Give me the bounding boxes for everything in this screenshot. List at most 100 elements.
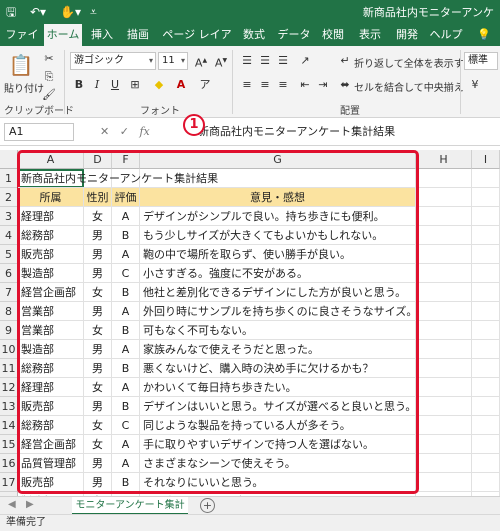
- cell-g-row-7[interactable]: 他社と差別化できるデザインにした方が良いと思う。: [140, 283, 416, 302]
- font-size-select[interactable]: 11 ▾: [158, 52, 188, 70]
- save-icon[interactable]: 🖫: [6, 4, 16, 20]
- cell-a-row-2[interactable]: 所属: [18, 188, 84, 207]
- wrap-text-button[interactable]: 折り返して全体を表示する: [354, 55, 474, 70]
- cell-h-row-5[interactable]: [416, 245, 472, 264]
- cell-i-row-13[interactable]: [472, 397, 500, 416]
- cell-f-row-12[interactable]: A: [112, 378, 140, 397]
- cell-a-row-13[interactable]: 販売部: [18, 397, 84, 416]
- cell-h-row-13[interactable]: [416, 397, 472, 416]
- cell-g-row-2[interactable]: 意見・感想: [140, 188, 416, 207]
- row-header[interactable]: 14: [0, 416, 18, 435]
- column-header-d[interactable]: D: [84, 150, 112, 169]
- row-header[interactable]: 3: [0, 207, 18, 226]
- row-header[interactable]: 11: [0, 359, 18, 378]
- add-sheet-icon[interactable]: +: [200, 498, 215, 513]
- row-header[interactable]: 10: [0, 340, 18, 359]
- row-header[interactable]: 15: [0, 435, 18, 454]
- cut-icon[interactable]: ✂: [40, 50, 58, 68]
- number-format-select[interactable]: 標準: [464, 52, 498, 70]
- cell-i-row-16[interactable]: [472, 454, 500, 473]
- cell-f-row-14[interactable]: C: [112, 416, 140, 435]
- column-header-h[interactable]: H: [416, 150, 472, 169]
- merge-center-button[interactable]: セルを結合して中央揃え: [354, 79, 464, 94]
- cell-f-row-6[interactable]: C: [112, 264, 140, 283]
- indent-decrease-icon[interactable]: ⇤: [296, 76, 314, 94]
- cell-h-row-8[interactable]: [416, 302, 472, 321]
- cell-a-row-5[interactable]: 販売部: [18, 245, 84, 264]
- name-box[interactable]: A1: [4, 123, 74, 141]
- align-left-icon[interactable]: ≡: [238, 76, 256, 94]
- tab-help[interactable]: ヘルプ: [428, 24, 464, 46]
- cell-a-row-16[interactable]: 品質管理部: [18, 454, 84, 473]
- align-right-icon[interactable]: ≡: [274, 76, 292, 94]
- tab-data[interactable]: データ: [276, 24, 312, 46]
- bold-icon[interactable]: B: [70, 76, 88, 94]
- cell-a-row-15[interactable]: 経営企画部: [18, 435, 84, 454]
- cell-h-row-2[interactable]: [416, 188, 472, 207]
- cell-g-row-3[interactable]: デザインがシンプルで良い。持ち歩きにも便利。: [140, 207, 416, 226]
- row-header[interactable]: 9: [0, 321, 18, 340]
- cell-g-row-9[interactable]: 可もなく不可もない。: [140, 321, 416, 340]
- cell-g-row-8[interactable]: 外回り時にサンプルを持ち歩くのに良さそうなサイズ。: [140, 302, 416, 321]
- cell-a-row-10[interactable]: 製造部: [18, 340, 84, 359]
- column-header-g[interactable]: G: [140, 150, 416, 169]
- fill-color-icon[interactable]: ◆: [150, 76, 168, 94]
- row-header[interactable]: 2: [0, 188, 18, 207]
- cell-f-row-8[interactable]: A: [112, 302, 140, 321]
- paste-icon[interactable]: 📋: [8, 52, 34, 78]
- scroll-right-icon[interactable]: ▶: [26, 499, 34, 510]
- formula-input[interactable]: 新商品社内モニターアンケート集計結果: [180, 123, 496, 141]
- cell-g-row-12[interactable]: かわいくて毎日持ち歩きたい。: [140, 378, 416, 397]
- column-header-a[interactable]: A: [18, 150, 84, 169]
- customize-quick-access-icon[interactable]: ⩡: [90, 4, 97, 20]
- cell-a-row-3[interactable]: 経理部: [18, 207, 84, 226]
- border-icon[interactable]: ⊞: [126, 76, 144, 94]
- cell-d-row-6[interactable]: 男: [84, 264, 112, 283]
- cell-d-row-2[interactable]: 性別: [84, 188, 112, 207]
- cell-f-row-3[interactable]: A: [112, 207, 140, 226]
- enter-icon[interactable]: ✓: [120, 125, 129, 138]
- cell-a-row-1[interactable]: 新商品社内モニターアンケート集計結果: [18, 169, 278, 188]
- row-header[interactable]: 12: [0, 378, 18, 397]
- lightbulb-icon[interactable]: 💡: [470, 24, 498, 46]
- cell-i-row-14[interactable]: [472, 416, 500, 435]
- row-header[interactable]: 17: [0, 473, 18, 492]
- cell-g-row-6[interactable]: 小さすぎる。強度に不安がある。: [140, 264, 416, 283]
- cell-d-row-7[interactable]: 女: [84, 283, 112, 302]
- cell-h-row-6[interactable]: [416, 264, 472, 283]
- sheet-tab-monitor-survey[interactable]: モニターアンケート集計: [72, 497, 188, 515]
- cell-i-row-1[interactable]: [472, 169, 500, 188]
- cell-d-row-3[interactable]: 女: [84, 207, 112, 226]
- cell-i-row-8[interactable]: [472, 302, 500, 321]
- cell-h-row-11[interactable]: [416, 359, 472, 378]
- insert-function-icon[interactable]: fx: [139, 125, 149, 138]
- cell-h-row-17[interactable]: [416, 473, 472, 492]
- cell-h-row-12[interactable]: [416, 378, 472, 397]
- copy-icon[interactable]: ⎘: [40, 68, 58, 86]
- cell-g-row-16[interactable]: さまざまなシーンで使えそう。: [140, 454, 416, 473]
- cell-a-row-17[interactable]: 販売部: [18, 473, 84, 492]
- align-bottom-icon[interactable]: ☰: [274, 52, 292, 70]
- cell-i-row-11[interactable]: [472, 359, 500, 378]
- cell-i-row-15[interactable]: [472, 435, 500, 454]
- cell-h-row-10[interactable]: [416, 340, 472, 359]
- align-center-icon[interactable]: ≡: [256, 76, 274, 94]
- cell-i-row-10[interactable]: [472, 340, 500, 359]
- cell-g-row-13[interactable]: デザインはいいと思う。サイズが選べると良いと思う。: [140, 397, 416, 416]
- cell-h-row-3[interactable]: [416, 207, 472, 226]
- cell-a-row-4[interactable]: 総務部: [18, 226, 84, 245]
- cell-a-row-12[interactable]: 経理部: [18, 378, 84, 397]
- cell-g-row-14[interactable]: 同じような製品を持っている人が多そう。: [140, 416, 416, 435]
- cell-f-row-11[interactable]: B: [112, 359, 140, 378]
- touch-mode-icon[interactable]: ✋▾: [60, 4, 81, 20]
- wrap-text-icon[interactable]: ↵: [336, 52, 354, 70]
- cell-h-row-15[interactable]: [416, 435, 472, 454]
- underline-icon[interactable]: U: [106, 76, 124, 94]
- cell-f-row-15[interactable]: A: [112, 435, 140, 454]
- cell-d-row-12[interactable]: 女: [84, 378, 112, 397]
- cell-h-row-4[interactable]: [416, 226, 472, 245]
- cell-f-row-5[interactable]: A: [112, 245, 140, 264]
- cell-g-row-11[interactable]: 悪くないけど、購入時の決め手に欠けるかも？: [140, 359, 416, 378]
- cell-d-row-10[interactable]: 男: [84, 340, 112, 359]
- tab-review[interactable]: 校閲: [318, 24, 348, 46]
